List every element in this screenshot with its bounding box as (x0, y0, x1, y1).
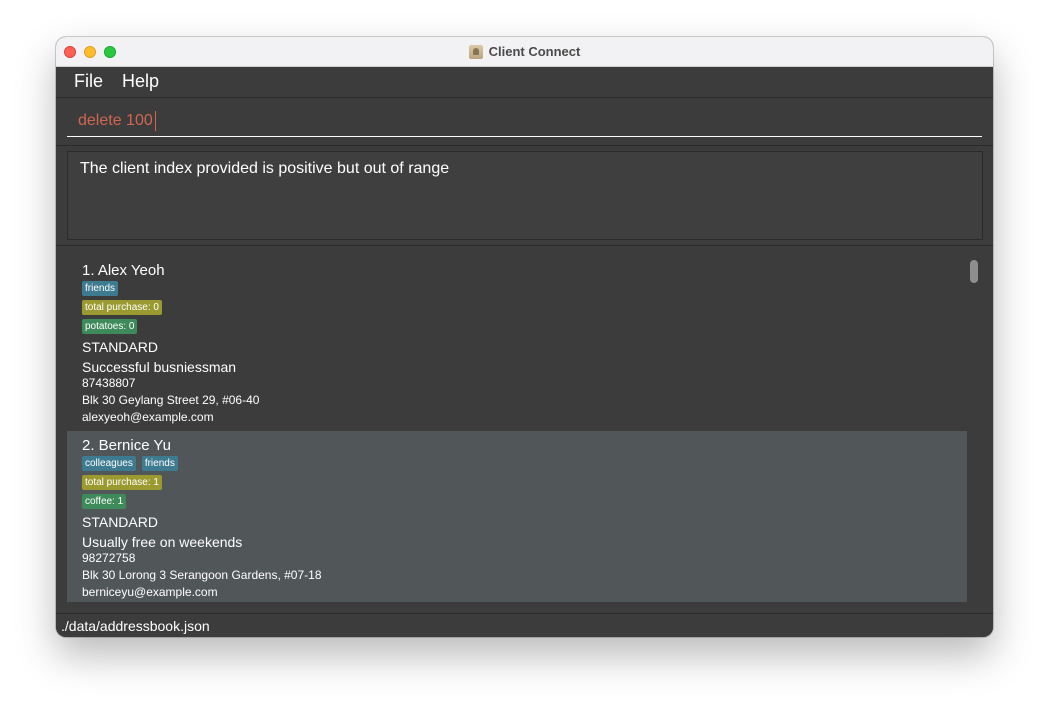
title-wrap: Client Connect (56, 37, 993, 66)
client-name: 1. Alex Yeoh (82, 262, 165, 279)
result-display: The client index provided is positive bu… (56, 146, 993, 246)
client-remark: Usually free on weekends (82, 534, 243, 550)
product-tag-row: potatoes: 0 (82, 319, 138, 334)
app-window: Client Connect File Help The client inde… (56, 37, 993, 637)
client-remark: Successful busniessman (82, 359, 237, 375)
tag-label: friends (82, 281, 119, 296)
product-tag: coffee: 1 (82, 494, 127, 509)
tag-row: friends (82, 281, 119, 296)
product-tag-row: coffee: 1 (82, 494, 127, 509)
command-input[interactable] (67, 106, 982, 137)
result-message: The client index provided is positive bu… (80, 160, 450, 177)
save-location: ./data/addressbook.json (61, 618, 210, 634)
purchase-tag-row: total purchase: 0 (82, 300, 162, 315)
client-tier: STANDARD (82, 339, 158, 355)
list-scrollbar[interactable] (967, 256, 983, 602)
scrollbar-thumb[interactable] (970, 260, 978, 283)
client-list-panel: 1. Alex Yeoh friends total purchase: 0 p… (56, 246, 993, 612)
client-card[interactable]: 2. Bernice Yu colleagues friends total p… (67, 431, 967, 602)
tag-row: colleagues friends (82, 456, 178, 471)
contacts-app-icon (468, 44, 483, 59)
product-tag: potatoes: 0 (82, 319, 138, 334)
purchase-tag: total purchase: 1 (82, 475, 162, 490)
menu-help[interactable]: Help (122, 71, 159, 92)
menu-file[interactable]: File (74, 71, 103, 92)
client-list[interactable]: 1. Alex Yeoh friends total purchase: 0 p… (67, 256, 967, 602)
text-caret (155, 111, 156, 131)
status-bar: ./data/addressbook.json (56, 613, 993, 637)
tag-label: colleagues (82, 456, 136, 471)
client-card[interactable]: 1. Alex Yeoh friends total purchase: 0 p… (67, 256, 967, 431)
window-title: Client Connect (488, 44, 581, 59)
client-address: Blk 30 Geylang Street 29, #06-40 (82, 393, 260, 407)
command-box (56, 98, 993, 146)
client-name: 2. Bernice Yu (82, 437, 171, 454)
result-text-area[interactable]: The client index provided is positive bu… (67, 151, 983, 240)
purchase-tag: total purchase: 0 (82, 300, 162, 315)
purchase-tag-row: total purchase: 1 (82, 475, 162, 490)
client-phone: 98272758 (82, 551, 136, 565)
tag-label: friends (141, 456, 178, 471)
menu-bar: File Help (56, 67, 993, 98)
client-phone: 87438807 (82, 376, 136, 390)
client-address: Blk 30 Lorong 3 Serangoon Gardens, #07-1… (82, 568, 322, 582)
client-tier: STANDARD (82, 514, 158, 530)
client-email: berniceyu@example.com (82, 585, 218, 599)
client-email: alexyeoh@example.com (82, 410, 214, 424)
title-bar[interactable]: Client Connect (56, 37, 993, 67)
